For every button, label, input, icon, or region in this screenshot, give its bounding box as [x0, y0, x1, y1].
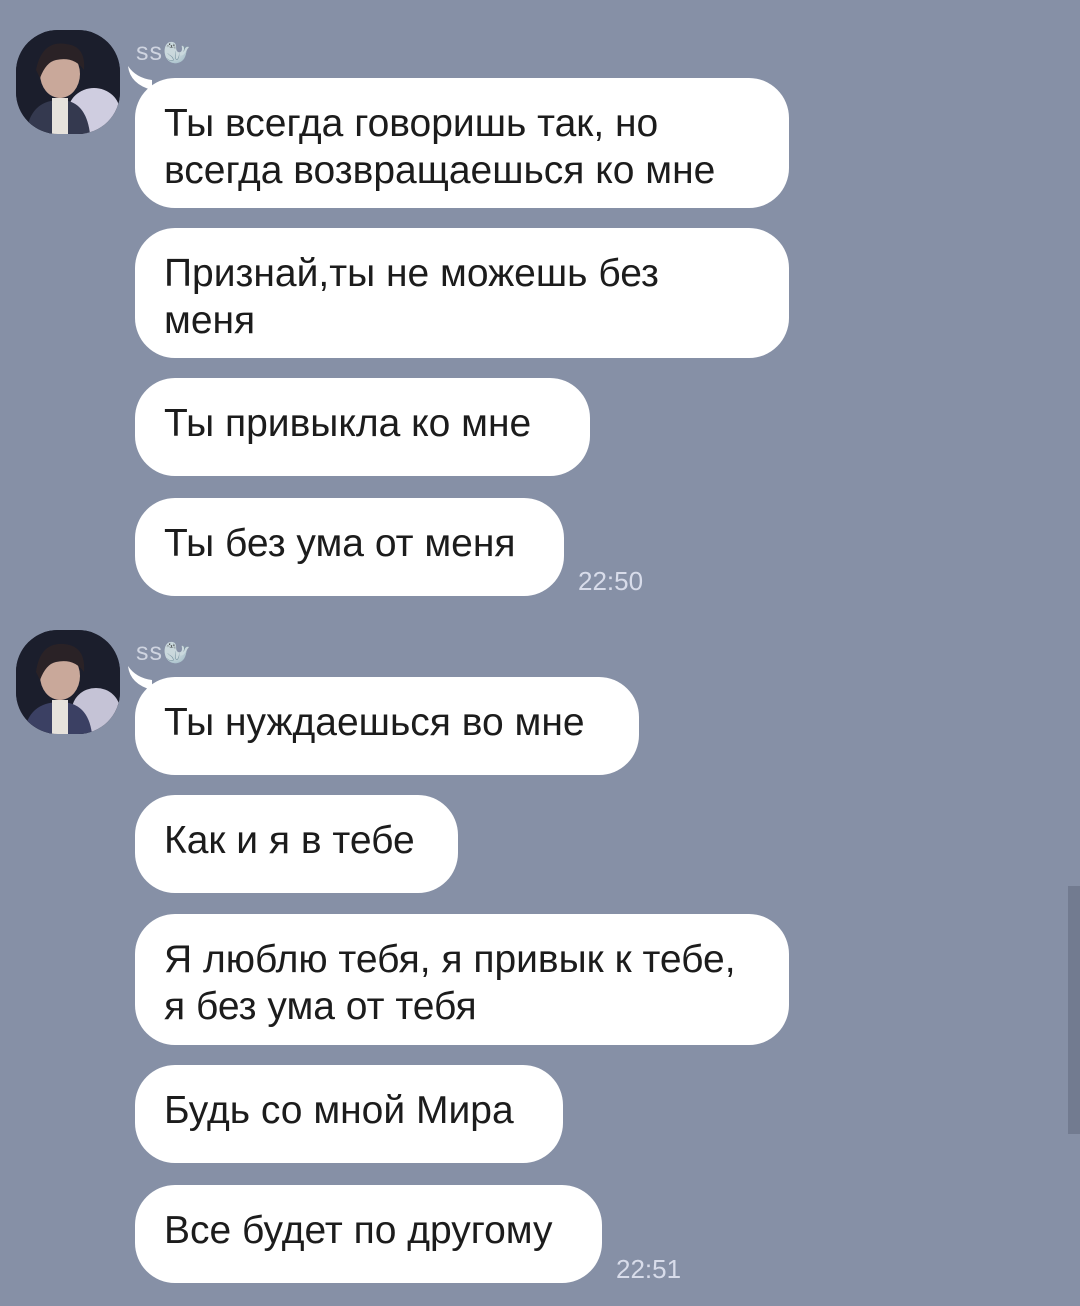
- message-bubble[interactable]: Ты без ума от меня: [135, 498, 564, 596]
- sender-name: ss🦭: [136, 638, 191, 667]
- message-text: Ты нуждаешься во мне: [164, 701, 585, 744]
- message-text: Как и я в тебе: [164, 819, 415, 862]
- message-bubble[interactable]: Будь со мной Мира: [135, 1065, 563, 1163]
- message-bubble[interactable]: Признай,ты не можешь без меня: [135, 228, 789, 358]
- message-timestamp: 22:51: [616, 1254, 682, 1284]
- scrollbar[interactable]: [1068, 886, 1080, 1134]
- message-text: Признай,ты не можешь без меня: [164, 252, 659, 342]
- sender-name: ss🦭: [136, 38, 191, 67]
- seal-icon: 🦭: [163, 40, 192, 65]
- sender-name-text: ss: [136, 638, 163, 666]
- sender-name-text: ss: [136, 38, 163, 66]
- message-text: Ты всегда говоришь так, но всегда возвра…: [164, 102, 716, 192]
- message-timestamp: 22:50: [578, 566, 644, 596]
- message-bubble[interactable]: Я люблю тебя, я привык к тебе, я без ума…: [135, 914, 789, 1045]
- avatar-photo-icon: [16, 630, 120, 734]
- message-bubble[interactable]: Все будет по другому: [135, 1185, 602, 1283]
- seal-icon: 🦭: [163, 640, 192, 665]
- sender-avatar[interactable]: [16, 30, 120, 134]
- message-text: Будь со мной Мира: [164, 1089, 514, 1132]
- message-bubble[interactable]: Ты всегда говоришь так, но всегда возвра…: [135, 78, 789, 208]
- message-text: Я люблю тебя, я привык к тебе, я без ума…: [164, 938, 736, 1028]
- sender-avatar[interactable]: [16, 630, 120, 734]
- message-bubble[interactable]: Ты нуждаешься во мне: [135, 677, 639, 775]
- message-bubble[interactable]: Как и я в тебе: [135, 795, 458, 893]
- message-text: Ты привыкла ко мне: [164, 402, 532, 445]
- avatar-photo-icon: [16, 30, 120, 134]
- message-text: Все будет по другому: [164, 1209, 553, 1252]
- message-text: Ты без ума от меня: [164, 522, 516, 565]
- message-bubble[interactable]: Ты привыкла ко мне: [135, 378, 590, 476]
